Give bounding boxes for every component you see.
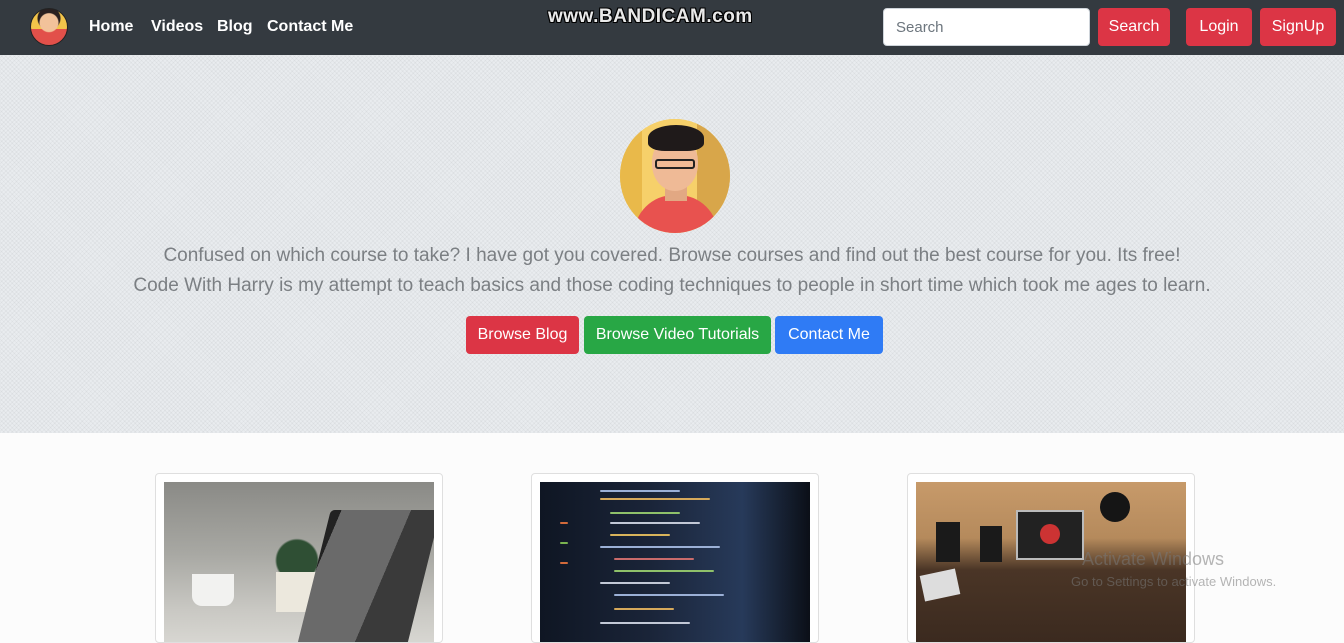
navbar: Home Videos Blog Contact Me www.BANDICAM… bbox=[0, 0, 1344, 55]
nav-link-blog[interactable]: Blog bbox=[217, 18, 253, 36]
nav-link-home[interactable]: Home bbox=[89, 18, 133, 36]
activate-windows-title: Activate Windows bbox=[1082, 549, 1225, 569]
brand-avatar-logo[interactable] bbox=[30, 8, 68, 46]
laptop-coffee-image bbox=[164, 482, 434, 642]
hero-description: Code With Harry is my attempt to teach b… bbox=[133, 275, 1211, 296]
card-videos[interactable] bbox=[531, 473, 819, 643]
nav-link-videos[interactable]: Videos bbox=[151, 18, 203, 36]
browse-video-tutorials-button[interactable]: Browse Video Tutorials bbox=[584, 316, 771, 354]
signup-button[interactable]: SignUp bbox=[1260, 8, 1336, 46]
code-screen-image bbox=[540, 482, 810, 642]
search-button[interactable]: Search bbox=[1098, 8, 1170, 46]
login-button[interactable]: Login bbox=[1186, 8, 1252, 46]
search-input[interactable] bbox=[883, 8, 1090, 46]
profile-avatar bbox=[620, 119, 730, 233]
browse-blog-button[interactable]: Browse Blog bbox=[466, 316, 579, 354]
card-blog[interactable] bbox=[155, 473, 443, 643]
hero-tagline: Confused on which course to take? I have… bbox=[163, 245, 1181, 266]
activate-windows-subtitle: Go to Settings to activate Windows. bbox=[1071, 574, 1277, 589]
nav-link-contact[interactable]: Contact Me bbox=[267, 18, 353, 36]
contact-me-button[interactable]: Contact Me bbox=[775, 316, 883, 354]
hero-jumbotron: Confused on which course to take? I have… bbox=[0, 55, 1344, 433]
bandicam-watermark: www.BANDICAM.com bbox=[548, 6, 753, 27]
